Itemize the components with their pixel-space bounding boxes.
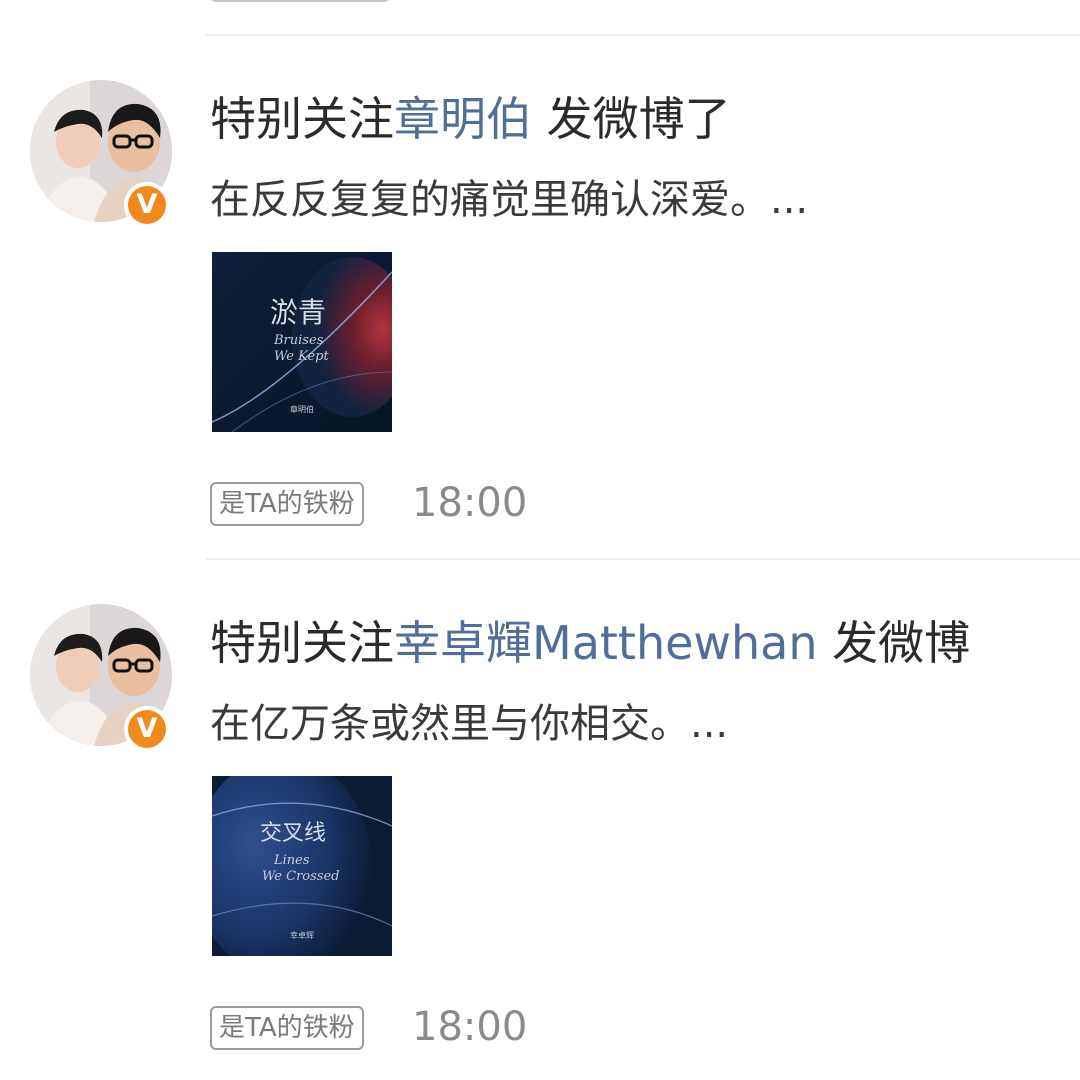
feed: V 特别关注章明伯 发微博了 在反反复复的痛觉里确认深爱。... 淤青 Brui… (0, 0, 1080, 1080)
cover-subtitle-1: Lines (273, 853, 310, 868)
fan-badge: 是TA的铁粉 (210, 482, 364, 526)
cover-subtitle-1: Bruises (273, 333, 324, 348)
cover-title: 淤青 (270, 296, 326, 329)
notification-card[interactable]: V 特别关注幸卓輝Matthewhan 发微博 在亿万条或然里与你相交。... (0, 560, 1080, 1080)
post-time: 18:00 (412, 1004, 528, 1050)
headline-action: 发微博了 (532, 92, 731, 146)
post-headline: 特别关注幸卓輝Matthewhan 发微博 (210, 615, 970, 671)
post-time: 18:00 (412, 480, 528, 526)
headline-prefix: 特别关注 (210, 92, 394, 146)
post-image[interactable]: 淤青 Bruises We Kept 章明伯 (212, 252, 392, 432)
verified-badge-icon: V (124, 182, 170, 228)
headline-prefix: 特别关注 (210, 616, 394, 670)
cover-artist: 幸卓辉 (290, 930, 314, 940)
notification-card[interactable]: V 特别关注章明伯 发微博了 在反反复复的痛觉里确认深爱。... 淤青 Brui… (0, 36, 1080, 560)
verified-badge-label: V (128, 186, 166, 224)
username-link[interactable]: 幸卓輝Matthewhan (394, 616, 818, 670)
username-link[interactable]: 章明伯 (394, 92, 532, 146)
previous-fan-badge (210, 0, 390, 2)
cover-title: 交叉线 (260, 821, 326, 846)
post-text[interactable]: 在亿万条或然里与你相交。... (210, 699, 728, 749)
post-image[interactable]: 交叉线 Lines We Crossed 幸卓辉 (212, 776, 392, 956)
post-text[interactable]: 在反反复复的痛觉里确认深爱。... (210, 175, 808, 225)
verified-badge-label: V (128, 710, 166, 748)
headline-action: 发微博 (817, 616, 971, 670)
verified-badge-icon: V (124, 706, 170, 752)
fan-badge: 是TA的铁粉 (210, 1006, 364, 1050)
post-headline: 特别关注章明伯 发微博了 (210, 91, 731, 147)
cover-subtitle-2: We Kept (274, 349, 330, 364)
cover-subtitle-2: We Crossed (262, 869, 339, 884)
cover-artist: 章明伯 (290, 404, 314, 414)
